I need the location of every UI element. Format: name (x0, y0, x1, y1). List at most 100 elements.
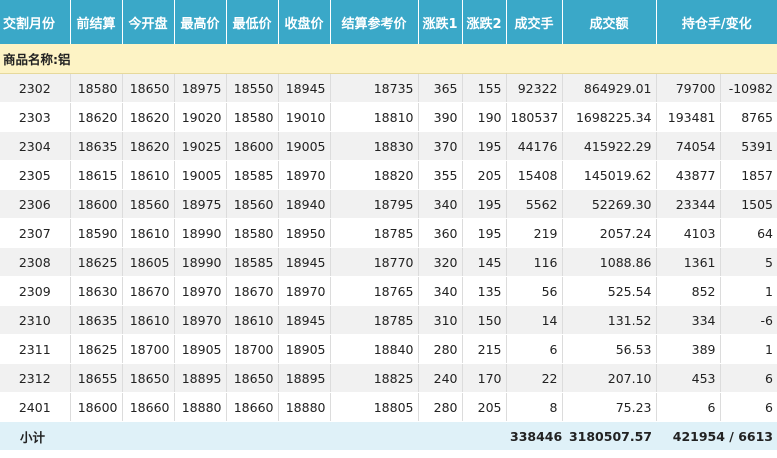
cell-open-interest: 43877 (656, 160, 721, 190)
cell-oi-change: 1505 (720, 189, 777, 219)
cell-close: 18945 (278, 305, 331, 335)
table-row[interactable]: 2309 18630 18670 18970 18670 18970 18765 340 135… (0, 276, 777, 306)
group-row: 商品名称:铝 (0, 44, 777, 74)
table-row[interactable]: 2302 18580 18650 18975 18550 18945 18735 365 155… (0, 73, 777, 103)
cell-open-interest: 23344 (656, 189, 721, 219)
futures-quote-table: 交割月份 前结算 今开盘 最高价 最低价 收盘价 结算参考价 涨跌1 涨跌2 成… (0, 0, 777, 450)
cell-open: 18670 (122, 276, 175, 306)
cell-open-interest: 74054 (656, 131, 721, 161)
header-open[interactable]: 今开盘 (122, 0, 175, 44)
cell-open-interest: 193481 (656, 102, 721, 132)
cell-open-interest: 852 (656, 276, 721, 306)
cell-oi-change: 1 (720, 276, 777, 306)
header-settle-ref[interactable]: 结算参考价 (330, 0, 419, 44)
cell-oi-change: -6 (720, 305, 777, 335)
cell-open: 18610 (122, 160, 175, 190)
table-row[interactable]: 2312 18655 18650 18895 18650 18895 18825 240 170… (0, 363, 777, 393)
cell-delivery-month: 2312 (0, 363, 71, 393)
cell-high: 18975 (174, 189, 227, 219)
cell-settle-ref: 18785 (330, 305, 419, 335)
cell-close: 18880 (278, 392, 331, 422)
header-turnover[interactable]: 成交额 (562, 0, 657, 44)
cell-open: 18700 (122, 334, 175, 364)
header-open-interest[interactable]: 持仓手/变化 (656, 0, 777, 44)
commodity-name-label: 商品名称:铝 (0, 44, 777, 74)
cell-change-2: 195 (462, 218, 507, 248)
cell-settle-ref: 18765 (330, 276, 419, 306)
table-row[interactable]: 2303 18620 18620 19020 18580 19010 18810 390 190… (0, 102, 777, 132)
cell-low: 18600 (226, 131, 279, 161)
cell-delivery-month: 2308 (0, 247, 71, 277)
cell-high: 19005 (174, 160, 227, 190)
table-row[interactable]: 2307 18590 18610 18990 18580 18950 18785 360 195… (0, 218, 777, 248)
cell-volume: 22 (506, 363, 563, 393)
subtotal-turnover: 3180507.57 (562, 421, 656, 450)
table-row[interactable]: 2401 18600 18660 18880 18660 18880 18805 280 205… (0, 392, 777, 422)
header-high[interactable]: 最高价 (174, 0, 227, 44)
cell-change-1: 240 (418, 363, 463, 393)
cell-prev-settle: 18655 (70, 363, 123, 393)
cell-open: 18650 (122, 73, 175, 103)
cell-low: 18550 (226, 73, 279, 103)
header-delivery-month[interactable]: 交割月份 (0, 0, 71, 44)
header-change-1[interactable]: 涨跌1 (418, 0, 463, 44)
cell-low: 18585 (226, 160, 279, 190)
cell-delivery-month: 2309 (0, 276, 71, 306)
cell-turnover: 525.54 (562, 276, 657, 306)
cell-open: 18610 (122, 218, 175, 248)
cell-change-2: 205 (462, 392, 507, 422)
header-prev-settle[interactable]: 前结算 (70, 0, 123, 44)
table-row[interactable]: 2306 18600 18560 18975 18560 18940 18795 340 195… (0, 189, 777, 219)
cell-change-1: 280 (418, 334, 463, 364)
cell-turnover: 52269.30 (562, 189, 657, 219)
header-low[interactable]: 最低价 (226, 0, 279, 44)
cell-change-2: 215 (462, 334, 507, 364)
cell-open: 18620 (122, 131, 175, 161)
cell-volume: 92322 (506, 73, 563, 103)
cell-settle-ref: 18820 (330, 160, 419, 190)
cell-settle-ref: 18735 (330, 73, 419, 103)
cell-high: 18990 (174, 247, 227, 277)
cell-high: 18990 (174, 218, 227, 248)
cell-turnover: 415922.29 (562, 131, 657, 161)
table-row[interactable]: 2310 18635 18610 18970 18610 18945 18785 310 150… (0, 305, 777, 335)
table-row[interactable]: 2311 18625 18700 18905 18700 18905 18840 280 215… (0, 334, 777, 364)
cell-settle-ref: 18785 (330, 218, 419, 248)
cell-volume: 56 (506, 276, 563, 306)
cell-delivery-month: 2311 (0, 334, 71, 364)
cell-close: 18940 (278, 189, 331, 219)
cell-volume: 8 (506, 392, 563, 422)
cell-change-2: 170 (462, 363, 507, 393)
cell-close: 18970 (278, 276, 331, 306)
cell-close: 18895 (278, 363, 331, 393)
cell-turnover: 1698225.34 (562, 102, 657, 132)
cell-volume: 44176 (506, 131, 563, 161)
cell-change-1: 340 (418, 276, 463, 306)
cell-low: 18700 (226, 334, 279, 364)
cell-change-1: 390 (418, 102, 463, 132)
table-row[interactable]: 2308 18625 18605 18990 18585 18945 18770 320 145… (0, 247, 777, 277)
cell-prev-settle: 18615 (70, 160, 123, 190)
header-volume[interactable]: 成交手 (506, 0, 563, 44)
cell-close: 18970 (278, 160, 331, 190)
cell-high: 19020 (174, 102, 227, 132)
cell-change-1: 370 (418, 131, 463, 161)
cell-open-interest: 1361 (656, 247, 721, 277)
subtotal-volume: 338446 (506, 421, 562, 450)
cell-volume: 6 (506, 334, 563, 364)
cell-volume: 15408 (506, 160, 563, 190)
cell-volume: 14 (506, 305, 563, 335)
cell-change-1: 310 (418, 305, 463, 335)
header-change-2[interactable]: 涨跌2 (462, 0, 507, 44)
cell-settle-ref: 18840 (330, 334, 419, 364)
header-close[interactable]: 收盘价 (278, 0, 331, 44)
cell-prev-settle: 18635 (70, 305, 123, 335)
subtotal-open-interest: 421954 / 6613 (656, 421, 777, 450)
table-row[interactable]: 2305 18615 18610 19005 18585 18970 18820 355 205… (0, 160, 777, 190)
table-row[interactable]: 2304 18635 18620 19025 18600 19005 18830 370 195… (0, 131, 777, 161)
cell-high: 18905 (174, 334, 227, 364)
cell-oi-change: 6 (720, 392, 777, 422)
cell-change-2: 135 (462, 276, 507, 306)
cell-turnover: 145019.62 (562, 160, 657, 190)
cell-change-1: 365 (418, 73, 463, 103)
